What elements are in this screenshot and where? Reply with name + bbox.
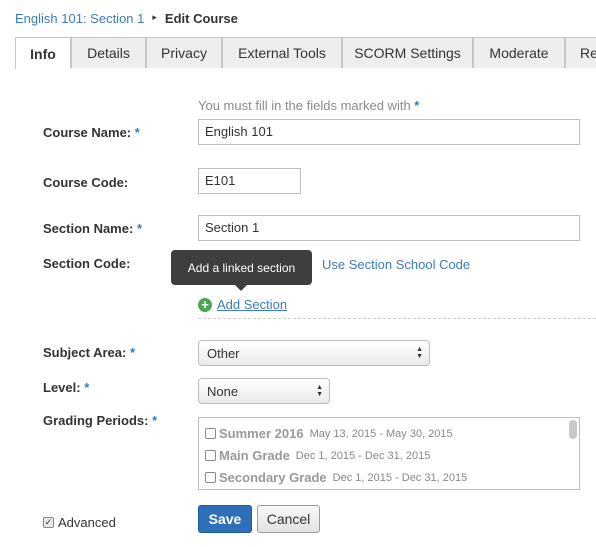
breadcrumb: English 101: Section 1 ▸ Edit Course	[15, 11, 238, 26]
breadcrumb-course-link[interactable]: English 101: Section 1	[15, 11, 144, 26]
checkbox[interactable]	[205, 472, 216, 483]
advanced-label: Advanced	[58, 515, 116, 530]
breadcrumb-separator-icon: ▸	[152, 12, 157, 22]
checkbox[interactable]	[205, 450, 216, 461]
grading-period-item[interactable]: Main Grade Dec 1, 2015 - Dec 31, 2015	[205, 448, 430, 463]
grading-periods-label: Grading Periods: *	[43, 413, 158, 428]
tab-more[interactable]: Re	[565, 37, 596, 68]
section-name-input[interactable]: Section 1	[198, 215, 580, 241]
required-fields-note: You must fill in the fields marked with …	[198, 98, 420, 113]
add-section-label: Add Section	[217, 297, 288, 312]
add-section-link[interactable]: + Add Section	[198, 297, 287, 312]
level-select[interactable]: None ▲ ▼	[198, 378, 330, 404]
grading-periods-list[interactable]: Summer 2016 May 13, 2015 - May 30, 2015 …	[198, 417, 580, 490]
advanced-toggle[interactable]: ✓ Advanced	[43, 515, 116, 530]
tab-privacy[interactable]: Privacy	[146, 37, 222, 68]
required-marker: *	[414, 98, 420, 113]
tab-details[interactable]: Details	[71, 37, 146, 68]
tab-bar: Info Details Privacy External Tools SCOR…	[15, 37, 596, 69]
save-button[interactable]: Save	[198, 505, 252, 533]
section-divider	[198, 318, 596, 319]
select-arrows-icon: ▲ ▼	[316, 384, 323, 398]
advanced-checkbox[interactable]: ✓	[43, 517, 54, 528]
section-name-label: Section Name: *	[43, 221, 142, 236]
tab-external-tools[interactable]: External Tools	[222, 37, 342, 68]
cancel-button[interactable]: Cancel	[257, 505, 320, 533]
plus-circle-icon: +	[198, 297, 212, 312]
breadcrumb-current: Edit Course	[164, 11, 238, 26]
course-name-label: Course Name: *	[43, 125, 140, 140]
subject-area-label: Subject Area: *	[43, 345, 136, 360]
grading-period-item[interactable]: Secondary Grade Dec 1, 2015 - Dec 31, 20…	[205, 470, 467, 485]
grading-period-item[interactable]: Summer 2016 May 13, 2015 - May 30, 2015	[205, 426, 453, 441]
course-code-label: Course Code:	[43, 175, 129, 190]
subject-area-select[interactable]: Other ▲ ▼	[198, 340, 430, 366]
add-linked-section-tooltip: Add a linked section	[171, 250, 312, 291]
tab-scorm-settings[interactable]: SCORM Settings	[342, 37, 473, 68]
tab-info[interactable]: Info	[15, 37, 71, 69]
checkbox[interactable]	[205, 428, 216, 439]
level-label: Level: *	[43, 380, 90, 395]
tab-moderate[interactable]: Moderate	[473, 37, 565, 68]
subject-area-value: Other	[207, 345, 240, 361]
select-arrows-icon: ▲ ▼	[416, 346, 423, 360]
section-code-label: Section Code:	[43, 256, 131, 271]
list-scrollbar[interactable]	[569, 420, 577, 439]
level-value: None	[207, 383, 239, 399]
use-section-school-code-link[interactable]: Use Section School Code	[322, 257, 470, 272]
course-code-input[interactable]: E101	[198, 168, 301, 194]
course-name-input[interactable]: English 101	[198, 119, 580, 145]
